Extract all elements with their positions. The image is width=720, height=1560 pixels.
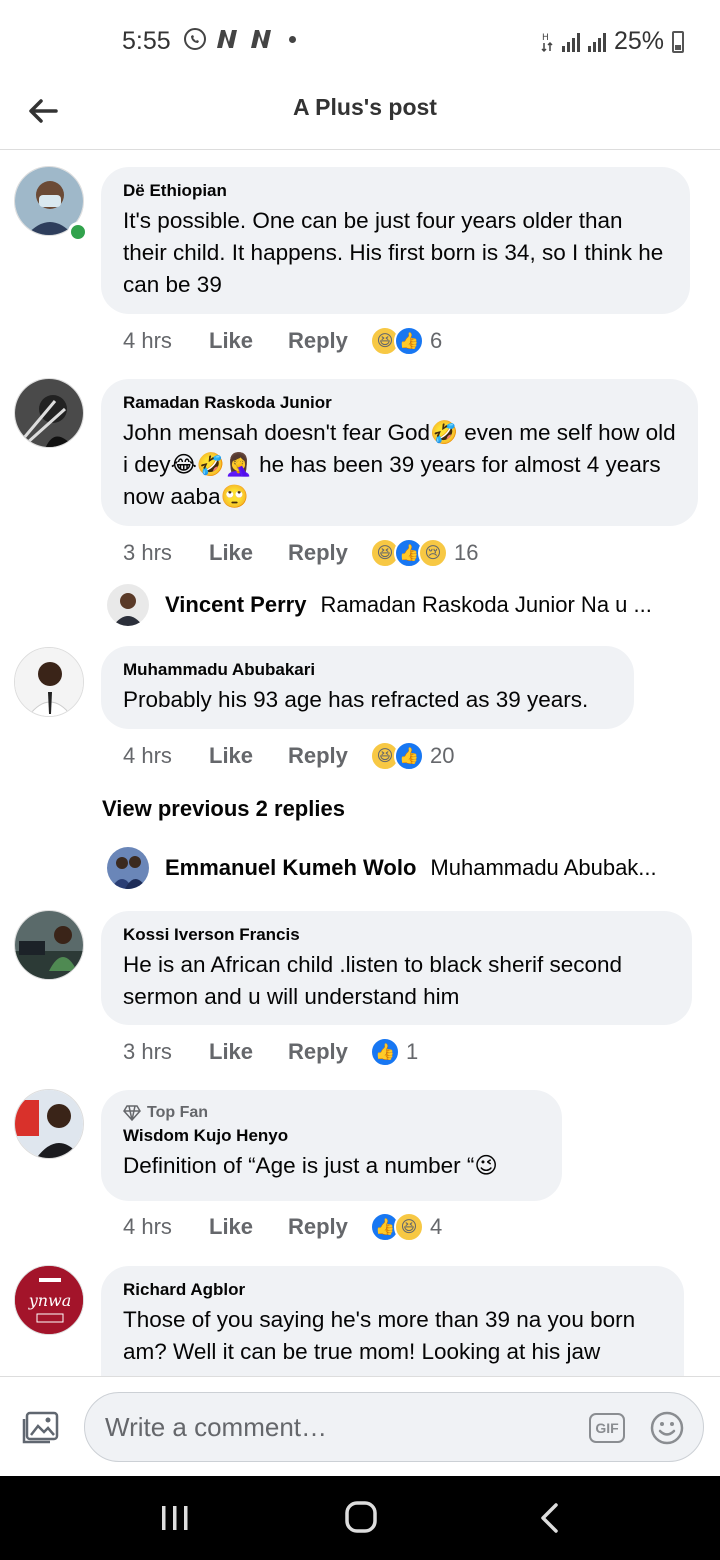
reply-button[interactable]: Reply xyxy=(288,328,370,354)
comment-time[interactable]: 3 hrs xyxy=(123,540,209,566)
comment-time[interactable]: 4 hrs xyxy=(123,1214,209,1240)
like-button[interactable]: Like xyxy=(209,540,288,566)
diamond-icon xyxy=(123,1105,141,1121)
sad-reaction-icon: 😢 xyxy=(418,538,448,568)
comment-text: John mensah doesn't fear God🤣 even me se… xyxy=(123,420,676,509)
like-reaction-icon: 👍 xyxy=(394,741,424,771)
photo-icon[interactable] xyxy=(22,1411,60,1445)
n-app-icon xyxy=(251,30,271,48)
comment-bubble[interactable]: Top Fan Wisdom Kujo Henyo Definition of … xyxy=(101,1090,562,1201)
system-nav-bar xyxy=(0,1476,720,1560)
battery-icon xyxy=(672,30,684,53)
top-fan-badge: Top Fan xyxy=(123,1104,540,1122)
whatsapp-icon xyxy=(184,28,206,50)
reply-text: Ramadan Raskoda Junior Na u ... xyxy=(320,592,652,617)
comment-author[interactable]: Muhammadu Abubakari xyxy=(123,660,612,680)
comment-text: Definition of “Age is just a number “😉 xyxy=(123,1153,498,1178)
reactions[interactable]: 👍 1 xyxy=(370,1037,418,1067)
like-button[interactable]: Like xyxy=(209,1214,288,1240)
svg-text:H: H xyxy=(542,33,549,43)
avatar[interactable] xyxy=(14,647,84,717)
reactions[interactable]: 😆 👍 20 xyxy=(370,741,454,771)
reply-button[interactable]: Reply xyxy=(288,1039,370,1065)
comment-bubble[interactable]: Richard Agblor Those of you saying he's … xyxy=(101,1266,684,1376)
reply-button[interactable]: Reply xyxy=(288,1214,370,1240)
page-title: A Plus's post xyxy=(293,94,437,120)
comment-text: Probably his 93 age has refracted as 39 … xyxy=(123,687,589,712)
avatar-logo-text: ynwa xyxy=(28,1291,72,1310)
comment-text: Those of you saying he's more than 39 na… xyxy=(123,1307,636,1364)
avatar[interactable] xyxy=(14,910,84,980)
reply-preview[interactable]: Emmanuel Kumeh Wolo Muhammadu Abubak... xyxy=(107,847,707,889)
comment-actions: 4 hrs Like Reply 😆 👍 20 xyxy=(123,741,454,771)
status-bar: 5:55 H 25% xyxy=(0,0,720,82)
comment-author[interactable]: Dë Ethiopian xyxy=(123,181,668,201)
reaction-count: 4 xyxy=(430,1214,443,1239)
comment-actions: 3 hrs Like Reply 👍 1 xyxy=(123,1037,418,1067)
reactions[interactable]: 😆 👍 6 xyxy=(370,326,442,356)
comment-author[interactable]: Richard Agblor xyxy=(123,1280,662,1300)
haha-reaction-icon: 😆 xyxy=(394,1212,424,1242)
comment-bubble[interactable]: Kossi Iverson Francis He is an African c… xyxy=(101,911,692,1025)
like-reaction-icon: 👍 xyxy=(370,1037,400,1067)
online-status-dot xyxy=(68,222,88,242)
notification-icons xyxy=(183,27,296,51)
avatar[interactable] xyxy=(107,847,149,889)
comment-input-placeholder: Write a comment… xyxy=(105,1412,328,1442)
like-button[interactable]: Like xyxy=(209,328,288,354)
reaction-count: 6 xyxy=(430,328,443,353)
like-button[interactable]: Like xyxy=(209,743,288,769)
n-app-icon xyxy=(217,30,237,48)
reaction-count: 16 xyxy=(454,540,479,565)
reactions[interactable]: 😆 👍 😢 16 xyxy=(370,538,478,568)
comment-text: It's possible. One can be just four year… xyxy=(123,208,664,297)
gif-icon[interactable]: GIF xyxy=(589,1413,625,1443)
reply-author[interactable]: Emmanuel Kumeh Wolo xyxy=(165,855,416,881)
signal-icon xyxy=(561,32,580,52)
status-time: 5:55 xyxy=(122,27,171,55)
avatar[interactable]: ynwa xyxy=(14,1265,84,1335)
comment-bubble[interactable]: Dë Ethiopian It's possible. One can be j… xyxy=(101,167,690,314)
comments-feed[interactable]: Dë Ethiopian It's possible. One can be j… xyxy=(0,150,720,1376)
like-button[interactable]: Like xyxy=(209,1039,288,1065)
post-header: A Plus's post xyxy=(0,82,720,150)
reply-preview[interactable]: Vincent Perry Ramadan Raskoda Junior Na … xyxy=(107,584,707,626)
comment-bubble[interactable]: Ramadan Raskoda Junior John mensah doesn… xyxy=(101,379,698,526)
avatar[interactable] xyxy=(14,1089,84,1159)
reply-text: Muhammadu Abubak... xyxy=(430,855,657,880)
comment-composer: Write a comment… GIF xyxy=(0,1376,720,1476)
comment-time[interactable]: 3 hrs xyxy=(123,1039,209,1065)
like-reaction-icon: 👍 xyxy=(394,326,424,356)
dot-icon xyxy=(289,35,296,43)
view-previous-replies[interactable]: View previous 2 replies xyxy=(102,796,345,822)
emoji-icon[interactable] xyxy=(649,1410,685,1446)
comment-actions: 3 hrs Like Reply 😆 👍 😢 16 xyxy=(123,538,478,568)
comment-author[interactable]: Ramadan Raskoda Junior xyxy=(123,393,676,413)
comment-bubble[interactable]: Muhammadu Abubakari Probably his 93 age … xyxy=(101,646,634,729)
reaction-count: 1 xyxy=(406,1039,419,1064)
reaction-count: 20 xyxy=(430,743,455,768)
reply-button[interactable]: Reply xyxy=(288,743,370,769)
data-transfer-icon: H xyxy=(541,33,553,52)
recent-apps-icon[interactable] xyxy=(160,1504,190,1532)
comment-text: He is an African child .listen to black … xyxy=(123,952,622,1009)
comment-actions: 4 hrs Like Reply 👍 😆 4 xyxy=(123,1212,442,1242)
comment-input[interactable]: Write a comment… GIF xyxy=(84,1392,704,1462)
avatar[interactable] xyxy=(107,584,149,626)
back-icon[interactable] xyxy=(538,1502,560,1534)
comment-time[interactable]: 4 hrs xyxy=(123,328,209,354)
top-fan-label: Top Fan xyxy=(147,1104,209,1121)
reactions[interactable]: 👍 😆 4 xyxy=(370,1212,442,1242)
battery-percent: 25% xyxy=(613,27,664,55)
status-right: H 25% xyxy=(540,27,684,56)
comment-author[interactable]: Kossi Iverson Francis xyxy=(123,925,670,945)
comment-time[interactable]: 4 hrs xyxy=(123,743,209,769)
home-icon[interactable] xyxy=(344,1500,378,1534)
comment-actions: 4 hrs Like Reply 😆 👍 6 xyxy=(123,326,442,356)
comment-author[interactable]: Wisdom Kujo Henyo xyxy=(123,1126,540,1146)
avatar[interactable] xyxy=(14,378,84,448)
reply-author[interactable]: Vincent Perry xyxy=(165,592,306,618)
signal-icon xyxy=(587,32,606,52)
reply-button[interactable]: Reply xyxy=(288,540,370,566)
